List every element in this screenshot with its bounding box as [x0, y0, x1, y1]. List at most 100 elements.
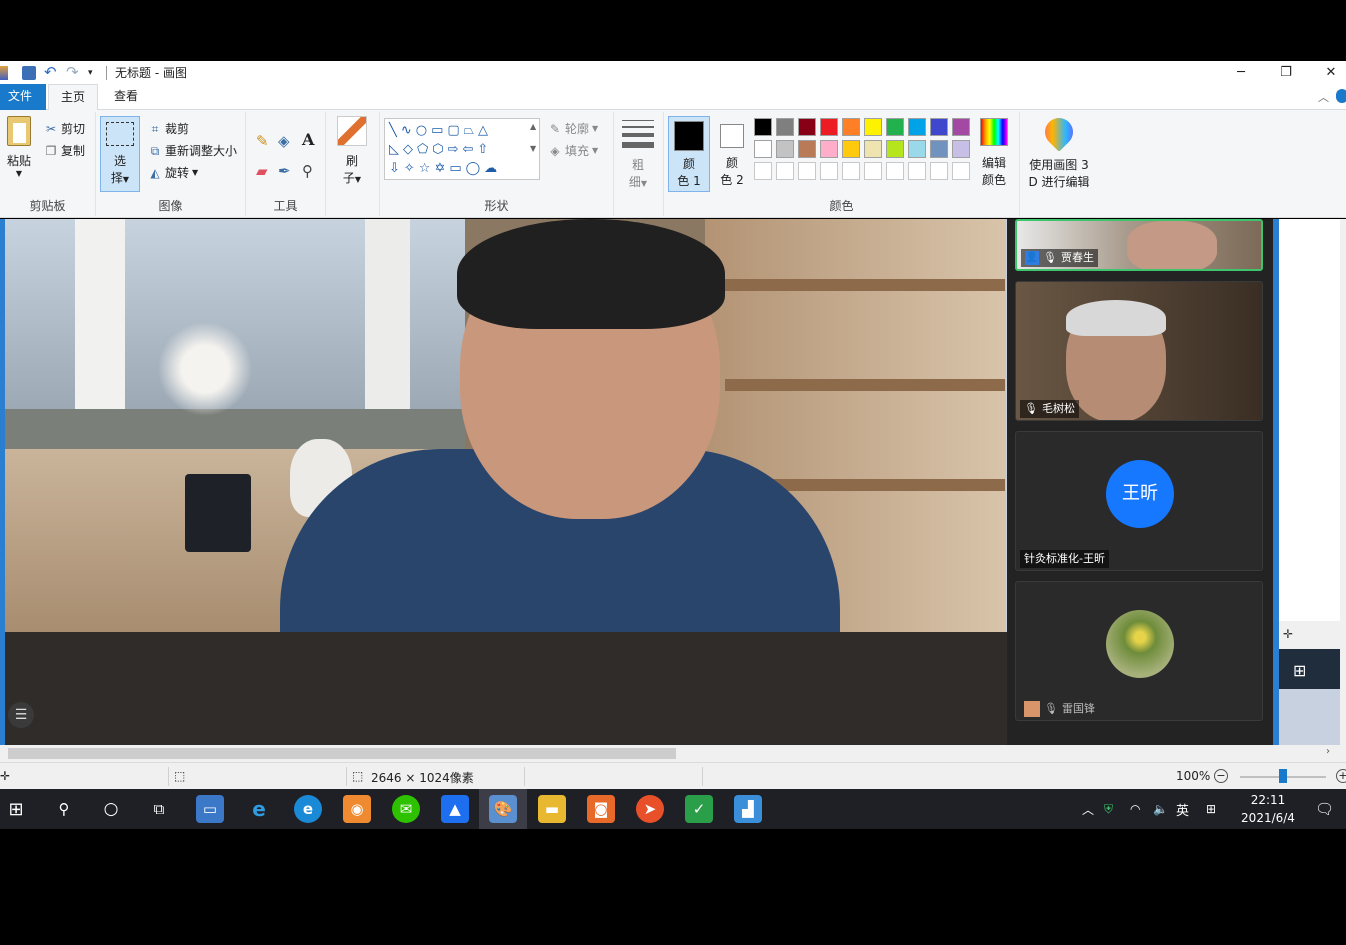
- color-swatch[interactable]: [820, 162, 838, 180]
- meeting-app-icon[interactable]: ▲: [441, 795, 469, 823]
- scroll-right-icon[interactable]: ›: [1326, 746, 1330, 757]
- ime-mode-icon[interactable]: ⊞: [1206, 789, 1216, 829]
- color-swatch[interactable]: [952, 140, 970, 158]
- ime-indicator[interactable]: 英: [1176, 789, 1189, 829]
- menu-list-icon[interactable]: ☰: [8, 702, 34, 728]
- crop-button[interactable]: ⌗ 裁剪: [148, 120, 189, 137]
- color-swatch[interactable]: [842, 140, 860, 158]
- close-button[interactable]: ✕: [1308, 61, 1346, 84]
- rotate-button[interactable]: ◭ 旋转 ▼: [148, 164, 198, 181]
- color-swatch[interactable]: [798, 140, 816, 158]
- redo-icon[interactable]: ↷: [66, 64, 80, 80]
- collapse-ribbon-icon[interactable]: ︿: [1318, 89, 1329, 105]
- network-icon[interactable]: ◠: [1130, 789, 1140, 829]
- color1-button[interactable]: 颜 色 1: [668, 116, 710, 192]
- color-swatch[interactable]: [908, 162, 926, 180]
- color-swatch[interactable]: [754, 162, 772, 180]
- shapes-scroll-down-icon[interactable]: ▼: [530, 144, 536, 153]
- color-swatch[interactable]: [798, 118, 816, 136]
- security-icon[interactable]: ⛨: [1104, 789, 1113, 829]
- color-swatch[interactable]: [776, 162, 794, 180]
- color-swatch[interactable]: [776, 140, 794, 158]
- show-hidden-icons[interactable]: ︿: [1082, 789, 1094, 829]
- paint-icon[interactable]: 🎨: [489, 795, 517, 823]
- notification-icon[interactable]: 🗨: [1315, 789, 1334, 829]
- brushes-button[interactable]: 刷 子▼: [332, 116, 372, 186]
- participant-tile[interactable]: 🎙 毛树松: [1015, 281, 1263, 421]
- color-swatch[interactable]: [776, 118, 794, 136]
- fill-button[interactable]: ◈ 填充 ▼: [548, 142, 598, 159]
- tab-view[interactable]: 查看: [102, 84, 150, 110]
- help-icon[interactable]: [1336, 89, 1346, 103]
- color-swatch[interactable]: [754, 140, 772, 158]
- color-swatch[interactable]: [930, 118, 948, 136]
- file-explorer-icon[interactable]: ▬: [538, 795, 566, 823]
- color-swatch[interactable]: [886, 162, 904, 180]
- app-green-icon[interactable]: ✓: [685, 795, 713, 823]
- pencil-icon[interactable]: ✎: [256, 132, 269, 150]
- fill-bucket-icon[interactable]: ◈: [278, 132, 290, 150]
- edit-with-paint3d-button[interactable]: 使用画图 3 D 进行编辑: [1024, 112, 1094, 190]
- zoom-in-icon[interactable]: +: [1336, 769, 1346, 783]
- color-swatch[interactable]: [864, 118, 882, 136]
- minimize-button[interactable]: ─: [1218, 61, 1264, 84]
- cortana-icon[interactable]: ○: [97, 795, 125, 823]
- photos-icon[interactable]: ▟: [734, 795, 762, 823]
- participant-tile[interactable]: 👤 🎙 贾春生: [1015, 219, 1263, 271]
- color-swatch[interactable]: [820, 140, 838, 158]
- volume-icon[interactable]: 🔈: [1153, 789, 1168, 829]
- search-icon[interactable]: ⚲: [50, 795, 78, 823]
- shapes-scroll-up-icon[interactable]: ▲: [530, 122, 536, 131]
- outline-button[interactable]: ✎ 轮廓 ▼: [548, 120, 598, 137]
- color-swatch[interactable]: [952, 118, 970, 136]
- task-view-icon[interactable]: ⧉: [145, 795, 173, 823]
- camera-icon[interactable]: ◙: [587, 795, 615, 823]
- zoom-out-icon[interactable]: −: [1214, 769, 1228, 783]
- size-button[interactable]: 粗 细▼: [618, 118, 658, 190]
- color-swatch[interactable]: [908, 118, 926, 136]
- participant-tile[interactable]: 🎙 雷国锋: [1015, 581, 1263, 721]
- participant-tile[interactable]: 王昕 针灸标准化-王昕: [1015, 431, 1263, 571]
- color-swatch[interactable]: [886, 118, 904, 136]
- color-swatch[interactable]: [886, 140, 904, 158]
- save-icon[interactable]: [22, 65, 36, 80]
- start-icon[interactable]: ⊞: [2, 795, 30, 823]
- edge-browser-icon[interactable]: e: [294, 795, 322, 823]
- magnifier-icon[interactable]: ⚲: [302, 162, 313, 180]
- color-swatch[interactable]: [930, 140, 948, 158]
- color-swatch[interactable]: [864, 162, 882, 180]
- color-swatch[interactable]: [908, 140, 926, 158]
- select-button[interactable]: 选 择▼: [100, 116, 140, 192]
- color2-button[interactable]: 颜 色 2: [714, 116, 750, 188]
- color-swatch[interactable]: [820, 118, 838, 136]
- edit-colors-button[interactable]: 编辑 颜色: [976, 116, 1012, 188]
- color-picker-icon[interactable]: ✒: [278, 162, 291, 180]
- restore-button[interactable]: ❐: [1263, 61, 1309, 84]
- wechat-icon[interactable]: ✉: [392, 795, 420, 823]
- color-swatch[interactable]: [930, 162, 948, 180]
- tab-file[interactable]: 文件: [0, 84, 46, 110]
- color-swatch[interactable]: [754, 118, 772, 136]
- eraser-icon[interactable]: ▰: [256, 162, 268, 180]
- uc-browser-icon[interactable]: ◉: [343, 795, 371, 823]
- color-swatch[interactable]: [842, 162, 860, 180]
- color-swatch[interactable]: [842, 118, 860, 136]
- undo-icon[interactable]: ↶: [44, 64, 58, 80]
- vertical-scrollbar[interactable]: [1340, 219, 1346, 745]
- horizontal-scroll-thumb[interactable]: [8, 748, 676, 759]
- copy-button[interactable]: ❐ 复制: [44, 142, 85, 159]
- paste-button[interactable]: 粘贴 ▼: [2, 116, 36, 178]
- resize-button[interactable]: ⧉ 重新调整大小: [148, 142, 237, 159]
- computer-icon[interactable]: ▭: [196, 795, 224, 823]
- color-swatch[interactable]: [952, 162, 970, 180]
- color-swatch[interactable]: [798, 162, 816, 180]
- customize-toolbar-icon[interactable]: ▾: [88, 66, 102, 80]
- app-red-icon[interactable]: ➤: [636, 795, 664, 823]
- tab-home[interactable]: 主页: [48, 84, 99, 111]
- cut-button[interactable]: ✂ 剪切: [44, 120, 85, 137]
- clock[interactable]: 22:11 2021/6/4: [1238, 789, 1298, 829]
- text-tool-icon[interactable]: A: [302, 130, 314, 149]
- color-swatch[interactable]: [864, 140, 882, 158]
- shapes-gallery[interactable]: ╲∿○▭▢⏢△ ◺◇⬠⬡⇨⇦⇧ ⇩✧☆✡▭◯☁: [384, 118, 540, 180]
- ie-browser-icon[interactable]: e: [245, 795, 273, 823]
